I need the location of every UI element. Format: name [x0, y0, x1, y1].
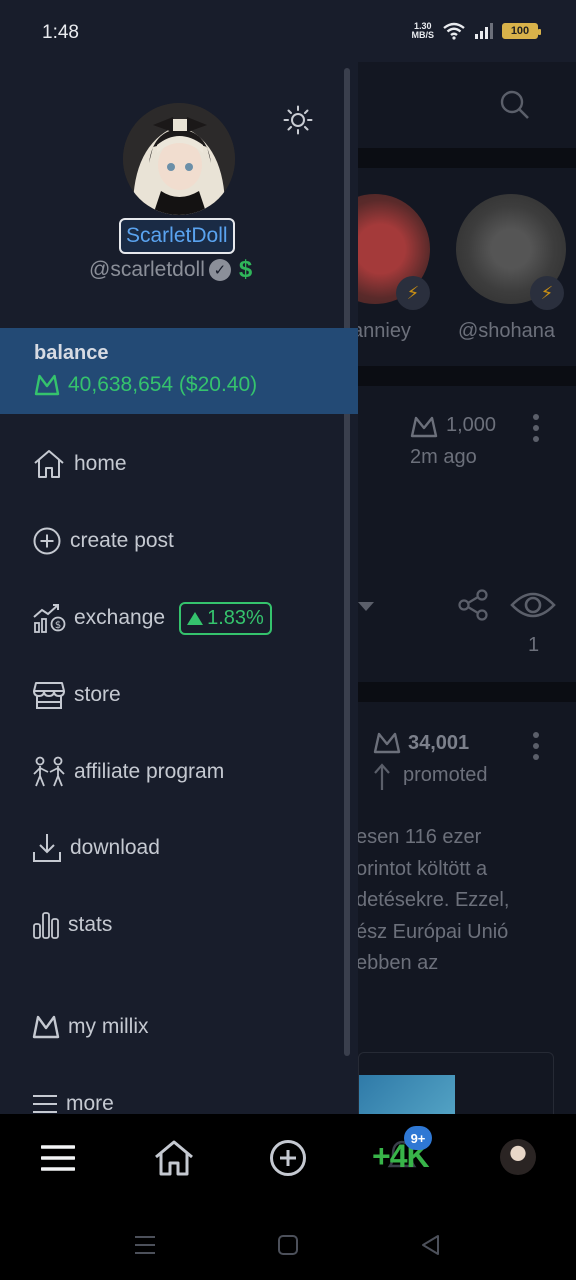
theme-toggle-sun-icon[interactable]	[283, 105, 313, 135]
download-icon	[33, 834, 61, 862]
store-icon	[33, 682, 65, 709]
more-options-icon[interactable]	[533, 732, 539, 765]
stories-row: ⚡ anniey ⚡ @shohana	[358, 168, 576, 366]
menu-item-label: my millix	[68, 1015, 149, 1038]
nav-create-button[interactable]	[260, 1114, 316, 1202]
back-triangle-icon[interactable]	[420, 1234, 440, 1256]
signal-icon	[475, 23, 493, 39]
millix-logo-icon	[373, 732, 401, 754]
post-image[interactable]	[358, 1052, 554, 1114]
menu-item-store[interactable]: store	[32, 677, 121, 713]
post-text-line: ebben az	[358, 952, 439, 974]
menu-item-label: stats	[68, 913, 113, 936]
menu-item-label: home	[74, 452, 127, 475]
menu-item-affiliate-program[interactable]: affiliate program	[32, 754, 224, 790]
plus-circle-icon	[33, 527, 61, 555]
handle-text: @scarletdoll	[89, 258, 205, 281]
menu-item-label: exchange	[74, 606, 166, 629]
search-icon[interactable]	[500, 90, 530, 120]
menu-item-label: more	[66, 1092, 114, 1114]
menu-item-home[interactable]: home	[32, 446, 127, 482]
menu-item-label: affiliate program	[74, 760, 225, 783]
status-time: 1:48	[42, 22, 79, 43]
dollar-icon: $	[238, 256, 253, 283]
nav-menu-button[interactable]	[30, 1114, 86, 1202]
hamburger-icon	[33, 1095, 57, 1113]
millix-logo-icon	[32, 1015, 60, 1039]
status-icons: 1.30 MB/S 100	[412, 22, 541, 40]
menu-item-exchange[interactable]: $ exchange 1.83%	[32, 600, 272, 636]
menu-item-label: download	[70, 836, 160, 859]
post-text-line: orintot költött a	[358, 857, 488, 880]
plus-circle-icon	[270, 1140, 306, 1176]
feed-background: ⚡ anniey ⚡ @shohana 1,000 2m ago 1 34,0	[358, 62, 576, 1114]
eye-icon	[510, 592, 556, 618]
balance-value: 40,638,654 ($20.40)	[68, 373, 258, 396]
drawer-scrollbar[interactable]	[344, 68, 350, 1056]
home-icon	[155, 1140, 193, 1176]
chevron-down-icon	[358, 602, 374, 611]
millix-logo-icon	[410, 416, 438, 438]
side-drawer: ScarletDoll @scarletdoll ✓ $ balance 40,…	[0, 62, 358, 1114]
post-text-line: esen 116 ezer	[358, 826, 482, 848]
menu-item-label: store	[74, 683, 121, 706]
menu-item-create-post[interactable]: create post	[32, 523, 174, 559]
profile-avatar[interactable]	[123, 103, 235, 215]
hamburger-icon	[41, 1145, 75, 1171]
more-options-icon[interactable]	[533, 414, 539, 447]
notification-badge: 9+	[404, 1126, 432, 1150]
wifi-icon	[443, 22, 465, 40]
feed-topbar	[358, 62, 576, 148]
avatar-image	[123, 103, 235, 215]
exchange-chart-icon: $	[33, 604, 66, 633]
menu-item-label: create post	[70, 529, 174, 552]
bolt-icon: ⚡	[396, 276, 430, 310]
balance-label: balance	[34, 342, 109, 364]
svg-text:$: $	[55, 620, 61, 631]
nav-home-button[interactable]	[146, 1114, 202, 1202]
promoted-arrow-icon	[374, 763, 390, 790]
verified-badge-icon: ✓	[208, 259, 231, 281]
display-name[interactable]: ScarletDoll	[119, 218, 235, 254]
exchange-change-badge: 1.83%	[179, 601, 272, 635]
user-handle: @scarletdoll ✓ $	[89, 256, 252, 284]
status-bar: 1:48 1.30 MB/S 100	[0, 0, 576, 62]
net-speed: 1.30 MB/S	[412, 22, 435, 40]
post-status: promoted	[403, 764, 488, 786]
post-image-preview	[359, 1075, 455, 1114]
menu-item-my-millix[interactable]: my millix	[32, 1009, 148, 1045]
bolt-icon: ⚡	[530, 276, 564, 310]
story-name: anniey	[358, 320, 411, 342]
system-nav-bar	[0, 1202, 576, 1280]
view-count: 1	[528, 634, 540, 656]
feed-post: 1,000 2m ago 1	[358, 386, 576, 682]
battery-indicator: 100	[502, 23, 541, 39]
post-text-line: detésekre. Ezzel,	[358, 889, 510, 911]
balance-amount: 40,638,654 ($20.40)	[34, 373, 257, 397]
post-time: 2m ago	[410, 446, 477, 468]
post-amount: 34,001	[408, 732, 470, 754]
nav-profile-avatar[interactable]	[500, 1139, 536, 1175]
net-speed-unit: MB/S	[411, 30, 435, 40]
feed-post: 34,001 promoted esen 116 ezer orintot kö…	[358, 702, 576, 1114]
menu-item-download[interactable]: download	[32, 830, 160, 866]
millix-logo-icon	[34, 374, 60, 396]
share-icon[interactable]	[458, 589, 490, 621]
recents-icon[interactable]	[135, 1235, 155, 1255]
affiliate-icon	[33, 756, 65, 787]
menu-item-more[interactable]: more	[32, 1086, 114, 1114]
menu-item-stats[interactable]: stats	[32, 907, 112, 943]
post-text-line: ész Európai Unió	[358, 920, 509, 943]
balance-panel[interactable]: balance 40,638,654 ($20.40)	[0, 328, 358, 414]
home-square-icon[interactable]	[278, 1235, 298, 1255]
exchange-change-value: 1.83%	[207, 606, 264, 629]
home-icon	[34, 450, 64, 478]
post-text: esen 116 ezer orintot költött a detésekr…	[358, 822, 576, 980]
bar-chart-icon	[33, 912, 59, 939]
trend-up-icon	[187, 611, 204, 625]
bottom-nav: +4K 9+	[0, 1114, 576, 1202]
story-name: @shohana	[458, 320, 556, 342]
post-amount: 1,000	[446, 414, 497, 436]
